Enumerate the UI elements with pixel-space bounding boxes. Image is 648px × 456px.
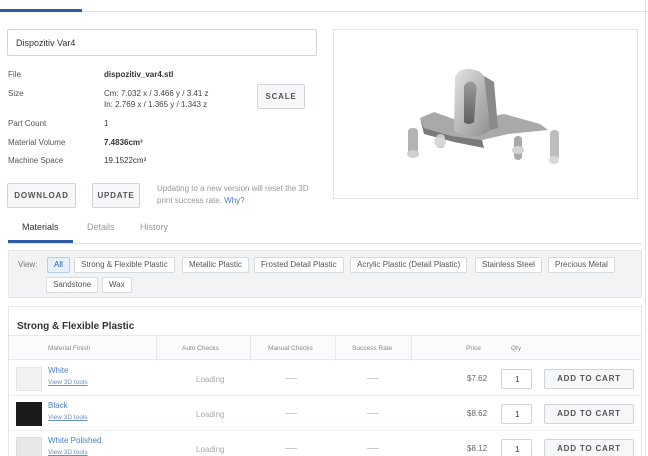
finish-name[interactable]: White [48,366,68,375]
column-header-success-rate: Success Rate [352,345,393,352]
table-header [9,335,641,361]
material-swatch [16,402,42,426]
price: $8.62 [467,409,488,418]
manual-checks-empty [285,448,297,449]
price: $7.62 [467,374,488,383]
add-to-cart-button[interactable]: ADD TO CART [544,439,634,456]
material-filter: View: All Strong & Flexible Plastic Meta… [8,250,642,298]
tab-materials[interactable]: Materials [22,222,59,232]
model-render-icon [407,68,559,164]
tab-details[interactable]: Details [87,222,115,232]
size-label: Size [8,89,24,98]
size-cm: Cm: 7.032 x / 3.466 y / 3.41 z [104,89,209,98]
material-volume-label: Material Volume [8,138,66,147]
filter-chip-all[interactable]: All [47,257,70,273]
add-to-cart-button[interactable]: ADD TO CART [544,404,634,424]
column-header-price: Price [466,345,481,352]
filter-chip-precious-metal[interactable]: Precious Metal [548,257,615,273]
quantity-input[interactable] [501,439,532,456]
column-header-auto-checks: Auto Checks [182,345,219,352]
table-row: Black View 3D tools Loading $8.62 ADD TO… [9,396,641,431]
machine-space-value: 19.1522cm³ [104,156,147,165]
table-row: White View 3D tools Loading $7.62 ADD TO… [9,361,641,396]
right-border [645,0,646,456]
view-3d-tools-link[interactable]: View 3D tools [48,449,88,456]
update-button[interactable]: UPDATE [92,183,140,208]
part-count-value: 1 [104,119,109,128]
column-header-material-finish: Material Finish [48,345,91,352]
material-swatch [16,367,42,391]
scale-button[interactable]: SCALE [257,84,305,109]
quantity-input[interactable] [501,404,532,424]
filter-chip-acrylic-plastic[interactable]: Acrylic Plastic (Detail Plastic) [350,257,468,273]
price: $8.12 [467,444,488,453]
column-separator [411,336,412,361]
filter-chip-sandstone[interactable]: Sandstone [46,277,99,293]
table-row: White Polished View 3D tools Loading $8.… [9,431,641,456]
tab-history[interactable]: History [140,222,168,232]
machine-space-label: Machine Space [8,156,64,165]
view-3d-tools-link[interactable]: View 3D tools [48,379,88,386]
top-tab-strip [0,0,648,12]
filter-chip-strong-flexible-plastic[interactable]: Strong & Flexible Plastic [74,257,175,273]
column-header-manual-checks: Manual Checks [268,345,313,352]
filter-chip-metallic-plastic[interactable]: Metallic Plastic [182,257,249,273]
auto-checks-status: Loading [196,445,225,454]
model-name-input[interactable] [7,29,317,56]
material-swatch [16,437,42,456]
success-rate-empty [367,413,379,414]
filter-chip-wax[interactable]: Wax [102,277,132,293]
update-note: Updating to a new version will reset the… [157,183,322,207]
manual-checks-empty [285,378,297,379]
column-separator [156,336,157,361]
model-preview[interactable] [333,29,638,199]
finish-name[interactable]: White Polished [48,436,101,445]
active-tab-indicator [8,240,73,243]
section-title: Strong & Flexible Plastic [17,321,135,332]
filter-chip-frosted-detail-plastic[interactable]: Frosted Detail Plastic [254,257,344,273]
download-button[interactable]: DOWNLOAD [7,183,76,208]
material-volume-value: 7.4836cm³ [104,138,143,147]
column-header-qty: Qty [511,345,522,352]
part-count-label: Part Count [8,119,47,128]
column-separator [250,336,251,361]
filter-label: View: [18,260,38,269]
view-3d-tools-link[interactable]: View 3D tools [48,414,88,421]
success-rate-empty [367,378,379,379]
quantity-input[interactable] [501,369,532,389]
top-tab-active-indicator [0,9,82,12]
auto-checks-status: Loading [196,410,225,419]
manual-checks-empty [285,413,297,414]
auto-checks-status: Loading [196,375,225,384]
file-label: File [8,70,21,79]
add-to-cart-button[interactable]: ADD TO CART [544,369,634,389]
file-value: dispozitiv_var4.stl [104,70,174,79]
why-link[interactable]: Why? [224,196,244,205]
detail-tabs: Materials Details History [8,215,642,244]
column-separator [335,336,336,361]
size-in: In: 2.769 x / 1.365 y / 1.343 z [104,100,208,109]
filter-chip-stainless-steel[interactable]: Stainless Steel [475,257,542,273]
success-rate-empty [367,448,379,449]
finish-name[interactable]: Black [48,401,68,410]
